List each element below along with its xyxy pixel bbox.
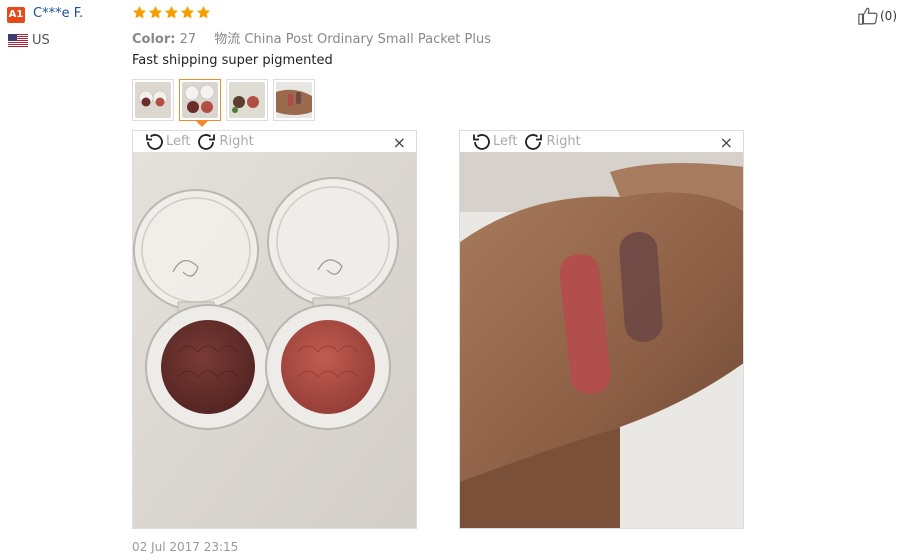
color-label: Color: [132, 32, 176, 47]
rotate-left-icon[interactable] [143, 132, 165, 152]
review-photo-compacts [133, 152, 416, 528]
thumbnail-3[interactable] [226, 79, 268, 121]
selected-thumbnail-pointer [196, 121, 208, 127]
thumbnail-image [229, 82, 265, 118]
star-icon [132, 5, 147, 19]
viewer-toolbar: Left Right [460, 131, 743, 152]
review-date: 02 Jul 2017 23:15 [132, 540, 239, 554]
thumbnail-image [182, 82, 218, 118]
buyer-level-badge: A1 [7, 7, 25, 23]
review-photo-swatches [460, 152, 743, 528]
star-icon [164, 5, 179, 19]
photo-viewer-2: Left Right × [459, 130, 744, 529]
star-icon [148, 5, 163, 19]
thumbnail-2[interactable] [179, 79, 221, 121]
review-text: Fast shipping super pigmented [132, 53, 333, 68]
order-info: Color: 27 物流 China Post Ordinary Small P… [132, 28, 491, 47]
rotate-left-icon[interactable] [470, 132, 492, 152]
thumbnail-4[interactable] [273, 79, 315, 121]
rotate-right-label: Right [219, 134, 254, 149]
close-icon[interactable]: × [720, 135, 733, 151]
close-icon[interactable]: × [393, 135, 406, 151]
rotate-left-label: Left [493, 134, 518, 149]
reviewer-country: US [32, 33, 50, 48]
star-icon [196, 5, 211, 19]
star-rating [132, 5, 211, 20]
shipping-method: 物流 China Post Ordinary Small Packet Plus [214, 32, 491, 47]
photo-thumbnails [132, 79, 315, 121]
photo-viewer-1: Left Right × [132, 130, 417, 529]
thumbnail-1[interactable] [132, 79, 174, 121]
rotate-left-button[interactable]: Left [143, 132, 190, 152]
color-value: 27 [179, 32, 197, 47]
helpful-button[interactable]: (0) [857, 6, 897, 26]
rotate-right-icon[interactable] [196, 132, 218, 152]
thumbnail-image [276, 82, 312, 118]
us-flag-icon [8, 34, 28, 47]
viewer-toolbar: Left Right [133, 131, 416, 152]
star-icon [180, 5, 195, 19]
rotate-right-button[interactable]: Right [523, 132, 581, 152]
thumbnail-image [135, 82, 171, 118]
rotate-left-button[interactable]: Left [470, 132, 517, 152]
helpful-count: (0) [880, 9, 897, 23]
rotate-right-label: Right [546, 134, 581, 149]
rotate-right-button[interactable]: Right [196, 132, 254, 152]
thumbs-up-icon[interactable] [857, 6, 879, 26]
rotate-right-icon[interactable] [523, 132, 545, 152]
rotate-left-label: Left [166, 134, 191, 149]
reviewer-name[interactable]: C***e F. [33, 6, 83, 21]
